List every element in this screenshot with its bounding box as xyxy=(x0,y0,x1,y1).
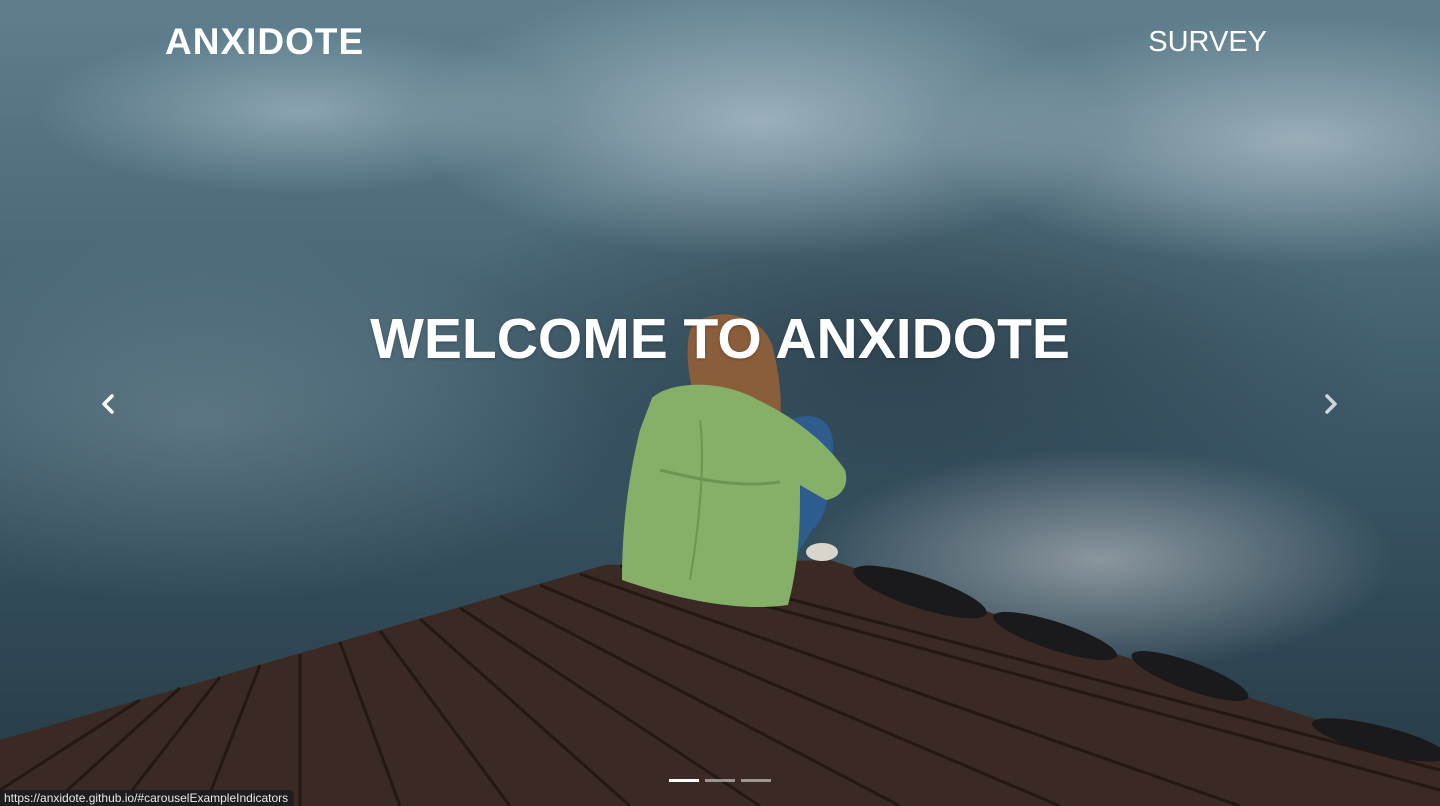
carousel-indicator-2[interactable] xyxy=(705,779,735,782)
brand-logo-link[interactable]: ANXIDOTE xyxy=(165,20,364,64)
chevron-left-icon xyxy=(102,394,114,414)
nav-link-survey[interactable]: SURVEY xyxy=(1148,25,1267,59)
carousel-caption-heading: WELCOME TO ANXIDOTE xyxy=(370,307,1070,372)
carousel-indicators xyxy=(0,779,1440,782)
carousel-indicator-1[interactable] xyxy=(669,779,699,782)
chevron-right-icon xyxy=(1325,394,1337,414)
background-photo xyxy=(0,314,1440,806)
carousel-indicator-3[interactable] xyxy=(741,779,771,782)
navbar: ANXIDOTE SURVEY xyxy=(0,0,1440,84)
carousel-prev-button[interactable] xyxy=(88,384,128,424)
carousel-next-button[interactable] xyxy=(1311,384,1351,424)
status-bar-url: https://anxidote.github.io/#carouselExam… xyxy=(0,790,295,806)
hero-carousel: ANXIDOTE SURVEY WELCOME TO ANXIDOTE http… xyxy=(0,0,1440,806)
